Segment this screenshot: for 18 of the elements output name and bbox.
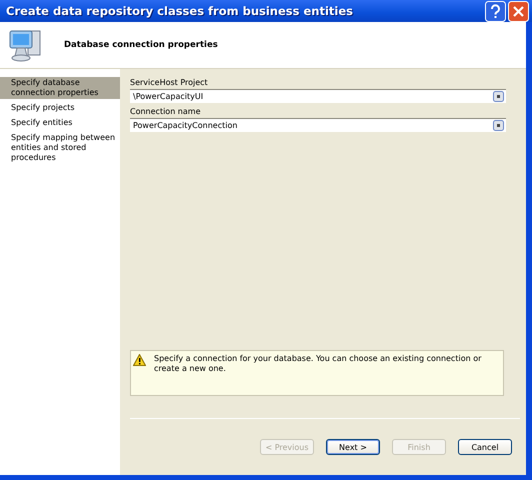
page-heading: Database connection properties (64, 40, 218, 50)
browse-icon[interactable] (493, 91, 504, 102)
close-icon[interactable] (508, 0, 529, 22)
window-title: Create data repository classes from business entities (6, 4, 353, 18)
browse-icon[interactable] (493, 120, 504, 131)
wizard-button[interactable]: Cancel (458, 439, 512, 455)
project-field[interactable]: \PowerCapacityUI (130, 89, 506, 103)
wizard-button[interactable]: Next > (326, 439, 380, 455)
step-item[interactable]: Specify mapping between entities and stored procedures (0, 132, 120, 164)
field-label: ServiceHost Project (130, 78, 209, 87)
warning-icon (133, 354, 146, 366)
step-item[interactable]: Specify database connection properties (0, 77, 120, 99)
step-item[interactable]: Specify projects (0, 102, 120, 114)
help-icon[interactable] (485, 0, 506, 22)
info-text: Specify a connection for your database. You can choose an existing connection or create a new one. (154, 354, 482, 374)
project-field[interactable]: PowerCapacityConnection (130, 118, 506, 132)
field-label: Connection name (130, 107, 202, 116)
step-item[interactable]: Specify entities (0, 117, 120, 129)
